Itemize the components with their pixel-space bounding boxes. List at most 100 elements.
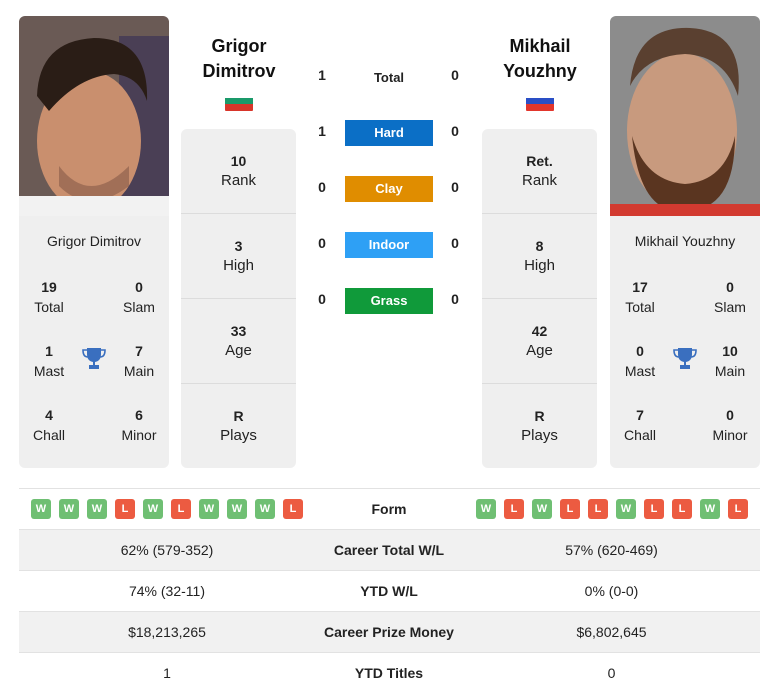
- h2h-hard-left: 1: [318, 123, 326, 139]
- last-name: Youzhny: [503, 61, 577, 81]
- player1-titles-card: Grigor Dimitrov 19 Total 0 Slam 1 Mast 7…: [19, 216, 169, 468]
- label: Age: [526, 342, 553, 359]
- player2-full-name[interactable]: Mikhail Youzhny: [610, 233, 760, 249]
- h2h-total-right: 0: [451, 67, 459, 83]
- player2-titles-card: Mikhail Youzhny 17 Total 0 Slam 0 Mast 1…: [610, 216, 760, 468]
- player2-value: 0: [607, 665, 616, 681]
- form-badge-win[interactable]: W: [532, 499, 552, 519]
- player1-high: 3 High: [181, 214, 296, 299]
- surface-clay-button[interactable]: Clay: [345, 176, 433, 202]
- form-badge-win[interactable]: W: [700, 499, 720, 519]
- form-badge-loss[interactable]: L: [672, 499, 692, 519]
- player2-value: 0% (0-0): [584, 583, 639, 599]
- form-badge-loss[interactable]: L: [171, 499, 191, 519]
- bulgaria-flag-icon: [225, 97, 253, 111]
- form-badge-win[interactable]: W: [227, 499, 247, 519]
- player1-rank: 10 Rank: [181, 129, 296, 214]
- h2h-clay-right: 0: [451, 179, 459, 195]
- form-badge-win[interactable]: W: [59, 499, 79, 519]
- value: 1: [45, 343, 53, 359]
- value: 7: [636, 407, 644, 423]
- table-row: $18,213,265 Career Prize Money $6,802,64…: [19, 611, 760, 652]
- row-label: Career Total W/L: [333, 542, 445, 558]
- value: 33: [230, 323, 247, 339]
- label: High: [223, 257, 254, 274]
- player2-plays: R Plays: [482, 384, 597, 469]
- value: 0: [726, 279, 734, 295]
- label: Rank: [521, 172, 558, 189]
- player1-name[interactable]: Grigor Dimitrov: [174, 34, 304, 84]
- label: Chall: [33, 427, 65, 443]
- label: Chall: [624, 427, 656, 443]
- form-badge-win[interactable]: W: [199, 499, 219, 519]
- form-badge-loss[interactable]: L: [504, 499, 524, 519]
- form-badge-loss[interactable]: L: [560, 499, 580, 519]
- player2-name[interactable]: Mikhail Youzhny: [475, 34, 605, 84]
- player1-value: 62% (579-352): [120, 542, 214, 558]
- form-badge-win[interactable]: W: [255, 499, 275, 519]
- player2-value: $6,802,645: [576, 624, 647, 640]
- h2h-indoor-left: 0: [318, 235, 326, 251]
- form-row: WWWLWLWWWL Form WLWLLWLLWL: [19, 488, 760, 529]
- label: Total: [34, 299, 64, 315]
- player1-value: 74% (32-11): [128, 583, 205, 599]
- form-badge-loss[interactable]: L: [588, 499, 608, 519]
- value: 7: [135, 343, 143, 359]
- form-badge-loss[interactable]: L: [115, 499, 135, 519]
- surface-grass-button[interactable]: Grass: [345, 288, 433, 314]
- value: Ret.: [526, 153, 553, 169]
- h2h-clay-left: 0: [318, 179, 326, 195]
- value: 10: [722, 343, 738, 359]
- form-badge-loss[interactable]: L: [644, 499, 664, 519]
- player2-stats-card: Ret. Rank 8 High 42 Age R Plays: [482, 129, 597, 468]
- surface-hard-button[interactable]: Hard: [345, 120, 433, 146]
- player1-value: 1: [163, 665, 171, 681]
- player1-plays: R Plays: [181, 384, 296, 469]
- label: Main: [123, 363, 155, 379]
- value: 17: [632, 279, 648, 295]
- label: Main: [714, 363, 746, 379]
- row-label: YTD W/L: [360, 583, 418, 599]
- label: Plays: [220, 427, 257, 444]
- player1-full-name[interactable]: Grigor Dimitrov: [19, 233, 169, 249]
- surface-indoor-button[interactable]: Indoor: [345, 232, 433, 258]
- row-label: Career Prize Money: [324, 624, 454, 640]
- label: Minor: [712, 427, 748, 443]
- russia-flag-icon: [526, 97, 554, 111]
- label: Rank: [220, 172, 257, 189]
- player2-minor-titles: 0 Minor: [700, 405, 760, 445]
- player1-stats-card: 10 Rank 3 High 33 Age R Plays: [181, 129, 296, 468]
- value: 19: [41, 279, 57, 295]
- trophy-icon: [673, 348, 697, 369]
- form-badge-win[interactable]: W: [476, 499, 496, 519]
- player1-masters-titles: 1 Mast: [19, 341, 79, 381]
- form-badge-win[interactable]: W: [143, 499, 163, 519]
- player2-form: WLWLLWLLWL: [476, 499, 748, 519]
- h2h-grass-left: 0: [318, 291, 326, 307]
- player2-value: 57% (620-469): [565, 542, 658, 558]
- h2h-total-left: 1: [318, 67, 326, 83]
- player1-total-titles: 19 Total: [19, 277, 79, 317]
- value: 0: [726, 407, 734, 423]
- value: 6: [135, 407, 143, 423]
- value: 10: [230, 153, 247, 169]
- h2h-indoor-right: 0: [451, 235, 459, 251]
- label: Minor: [121, 427, 157, 443]
- form-badge-loss[interactable]: L: [283, 499, 303, 519]
- label: Slam: [714, 299, 746, 315]
- label: Slam: [123, 299, 155, 315]
- player2-rank: Ret. Rank: [482, 129, 597, 214]
- player1-main-titles: 7 Main: [109, 341, 169, 381]
- form-badge-win[interactable]: W: [31, 499, 51, 519]
- player1-slam-titles: 0 Slam: [109, 277, 169, 317]
- value: 0: [636, 343, 644, 359]
- table-row: 62% (579-352) Career Total W/L 57% (620-…: [19, 529, 760, 570]
- label: High: [524, 257, 555, 274]
- last-name: Dimitrov: [202, 61, 276, 81]
- form-badge-loss[interactable]: L: [728, 499, 748, 519]
- player2-high: 8 High: [482, 214, 597, 299]
- form-badge-win[interactable]: W: [87, 499, 107, 519]
- player1-age: 33 Age: [181, 299, 296, 384]
- h2h-grass-right: 0: [451, 291, 459, 307]
- form-badge-win[interactable]: W: [616, 499, 636, 519]
